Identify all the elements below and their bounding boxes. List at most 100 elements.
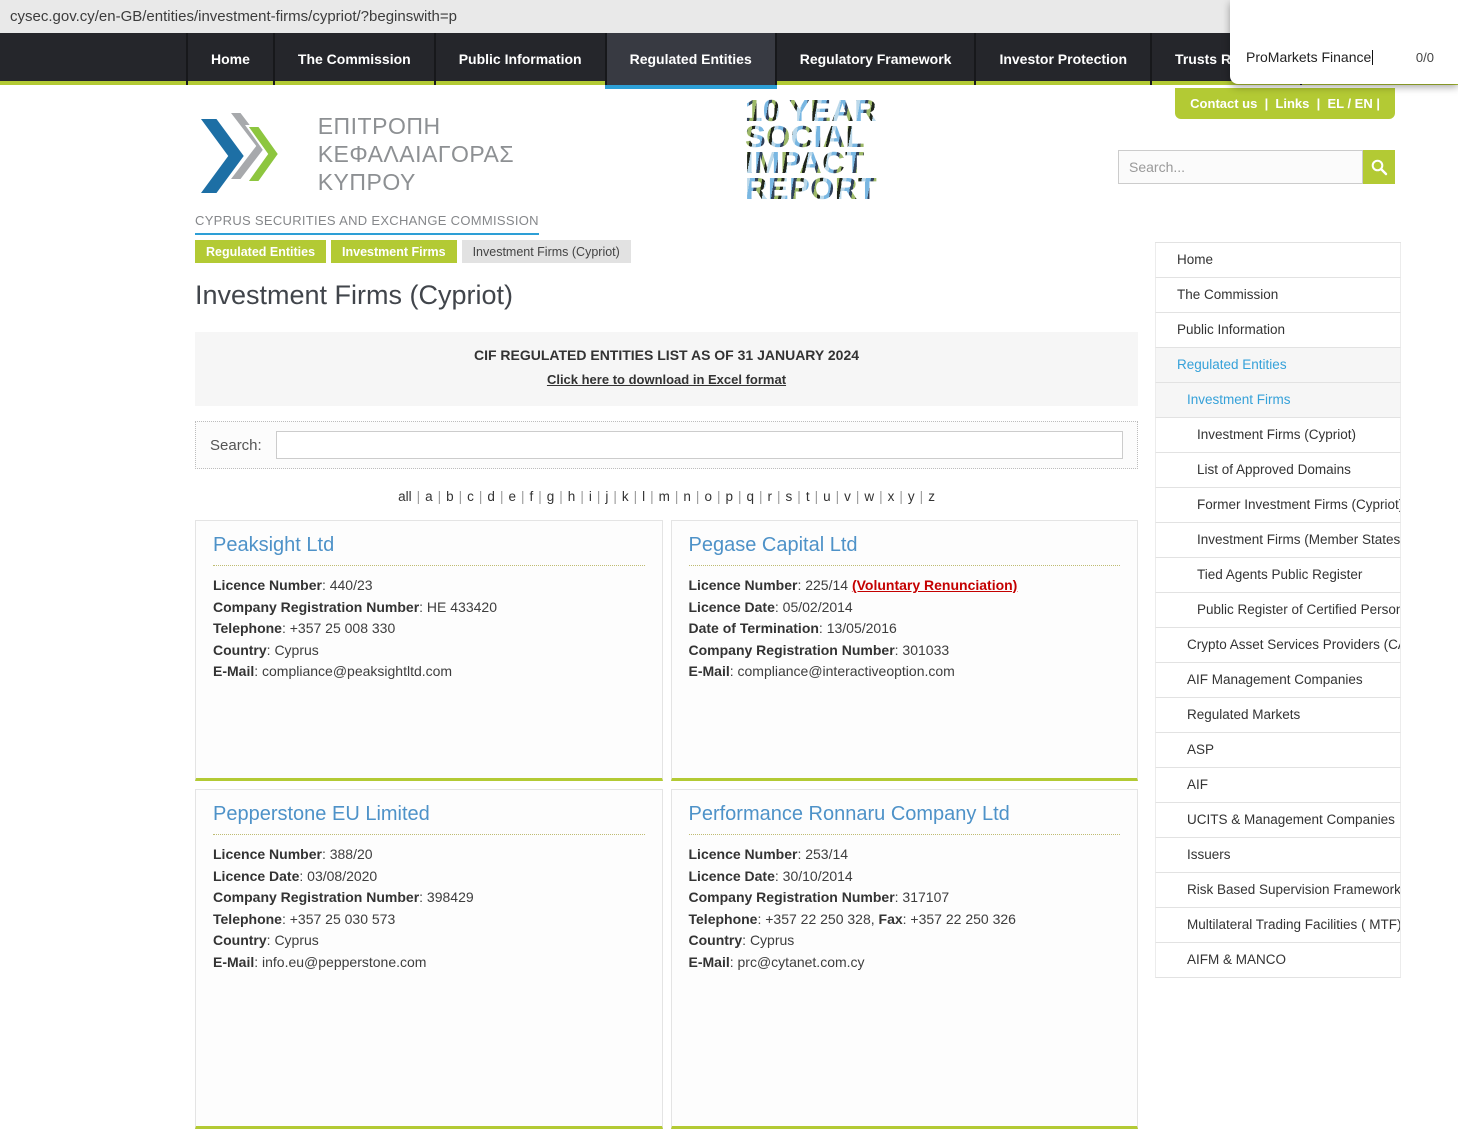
firm-name[interactable]: Performance Ronnaru Company Ltd <box>689 803 1121 835</box>
sidebar-item-aif-management-companies[interactable]: AIF Management Companies <box>1155 663 1401 698</box>
sidebar-item-risk-based-supervision-framework[interactable]: Risk Based Supervision Framework <box>1155 873 1401 908</box>
sidebar-item-aif[interactable]: AIF <box>1155 768 1401 803</box>
firm-name[interactable]: Pegase Capital Ltd <box>689 534 1121 566</box>
sidebar-item-ucits-management-companies[interactable]: UCITS & Management Companies <box>1155 803 1401 838</box>
sidebar-item-regulated-markets[interactable]: Regulated Markets <box>1155 698 1401 733</box>
logo-greek-text: ΕΠΙΤΡΟΠΗ ΚΕΦΑΛΑΙΑΓΟΡΑΣ ΚΥΠΡΟΥ <box>318 106 539 206</box>
sidebar-item-public-information[interactable]: Public Information <box>1155 313 1401 348</box>
cysec-logo[interactable]: ΕΠΙΤΡΟΠΗ ΚΕΦΑΛΑΙΑΓΟΡΑΣ ΚΥΠΡΟΥ CYPRUS SEC… <box>195 106 539 235</box>
field-label: Licence Number <box>689 577 798 593</box>
list-search-label: Search: <box>210 437 262 454</box>
alphabet-separator: | <box>879 489 883 504</box>
alphabet-letter-z[interactable]: z <box>926 489 937 504</box>
alphabet-letter-s[interactable]: s <box>784 489 795 504</box>
field-label: Company Registration Number <box>689 642 895 658</box>
alphabet-letter-y[interactable]: y <box>906 489 917 504</box>
alphabet-letter-p[interactable]: p <box>723 489 735 504</box>
alphabet-letter-q[interactable]: q <box>745 489 757 504</box>
alphabet-separator: | <box>538 489 542 504</box>
sidebar-item-issuers[interactable]: Issuers <box>1155 838 1401 873</box>
sidebar-item-crypto-asset-services-providers-casp[interactable]: Crypto Asset Services Providers (CASP) <box>1155 628 1401 663</box>
sidebar-item-regulated-entities[interactable]: Regulated Entities <box>1155 348 1401 383</box>
notice-heading: CIF REGULATED ENTITIES LIST AS OF 31 JAN… <box>195 347 1138 363</box>
alphabet-letter-g[interactable]: g <box>545 489 557 504</box>
alphabet-letter-l[interactable]: l <box>640 489 647 504</box>
nav-item-regulated-entities[interactable]: Regulated Entities <box>605 33 775 85</box>
sidebar-item-public-register-of-certified-persons[interactable]: Public Register of Certified Persons <box>1155 593 1401 628</box>
firm-card: Pegase Capital LtdLicence Number: 225/14… <box>671 520 1139 781</box>
alphabet-letter-u[interactable]: u <box>821 489 833 504</box>
firm-field: Licence Date: 03/08/2020 <box>213 866 645 888</box>
list-search: Search: <box>195 421 1138 469</box>
breadcrumb-investment-firms[interactable]: Investment Firms <box>331 240 457 263</box>
alphabet-separator: | <box>797 489 801 504</box>
alphabet-letter-f[interactable]: f <box>527 489 535 504</box>
sidebar-item-investment-firms-cypriot[interactable]: Investment Firms (Cypriot) <box>1155 418 1401 453</box>
sidebar-item-aifm-manco[interactable]: AIFM & MANCO <box>1155 943 1401 978</box>
alphabet-letter-o[interactable]: o <box>702 489 714 504</box>
field-label: Licence Number <box>213 577 322 593</box>
search-button[interactable] <box>1363 150 1395 184</box>
sidebar-item-investment-firms[interactable]: Investment Firms <box>1155 383 1401 418</box>
alphabet-letter-m[interactable]: m <box>657 489 672 504</box>
sidebar-item-the-commission[interactable]: The Commission <box>1155 278 1401 313</box>
alphabet-letter-d[interactable]: d <box>485 489 497 504</box>
side-menu: HomeThe CommissionPublic InformationRegu… <box>1155 242 1401 978</box>
firm-field: E-Mail: compliance@interactiveoption.com <box>689 661 1121 683</box>
nav-item-investor-protection[interactable]: Investor Protection <box>974 33 1150 85</box>
sidebar-item-list-of-approved-domains[interactable]: List of Approved Domains <box>1155 453 1401 488</box>
text-caret <box>1372 50 1373 65</box>
alphabet-letter-t[interactable]: t <box>804 489 812 504</box>
sidebar-item-tied-agents-public-register[interactable]: Tied Agents Public Register <box>1155 558 1401 593</box>
alphabet-letter-a[interactable]: a <box>423 489 435 504</box>
nav-item-the-commission[interactable]: The Commission <box>273 33 434 85</box>
sidebar-item-home[interactable]: Home <box>1155 243 1401 278</box>
list-search-input[interactable] <box>276 431 1123 459</box>
alphabet-separator: | <box>759 489 763 504</box>
alphabet-letter-i[interactable]: i <box>587 489 594 504</box>
alphabet-letter-h[interactable]: h <box>566 489 578 504</box>
alphabet-letter-w[interactable]: w <box>862 489 876 504</box>
alphabet-letter-all[interactable]: all <box>396 489 414 504</box>
firm-field: E-Mail: info.eu@pepperstone.com <box>213 952 645 974</box>
alphabet-letter-k[interactable]: k <box>620 489 631 504</box>
nav-item-home[interactable]: Home <box>186 33 273 85</box>
nav-item-public-information[interactable]: Public Information <box>434 33 605 85</box>
logo-chevrons-icon <box>195 106 279 206</box>
alphabet-letter-r[interactable]: r <box>766 489 775 504</box>
nav-item-regulatory-framework[interactable]: Regulatory Framework <box>775 33 975 85</box>
alphabet-letter-j[interactable]: j <box>603 489 610 504</box>
sidebar-item-multilateral-trading-facilities-mtf[interactable]: Multilateral Trading Facilities ( MTF) <box>1155 908 1401 943</box>
alphabet-letter-v[interactable]: v <box>842 489 853 504</box>
find-match-count: 0/0 <box>1416 50 1444 65</box>
breadcrumb-regulated-entities[interactable]: Regulated Entities <box>195 240 326 263</box>
field-label: Company Registration Number <box>213 889 419 905</box>
alphabet-letter-c[interactable]: c <box>465 489 476 504</box>
quick-links[interactable]: Contact us | Links | EL / EN | <box>1175 88 1395 119</box>
alphabet-letter-n[interactable]: n <box>681 489 693 504</box>
alphabet-separator: | <box>650 489 654 504</box>
firm-field: Telephone: +357 22 250 328, Fax: +357 22… <box>689 909 1121 931</box>
firm-field: Licence Date: 05/02/2014 <box>689 597 1121 619</box>
social-impact-report-banner[interactable]: 10 YEAR SOCIAL IMPACT REPORT <box>745 98 877 202</box>
field-label: Licence Date <box>689 599 775 615</box>
sidebar-item-former-investment-firms-cypriot[interactable]: Former Investment Firms (Cypriot) <box>1155 488 1401 523</box>
find-bar[interactable]: ProMarkets Finance 0/0 <box>1230 0 1458 84</box>
sidebar-item-asp[interactable]: ASP <box>1155 733 1401 768</box>
firm-field: E-Mail: compliance@peaksightltd.com <box>213 661 645 683</box>
site-search-input[interactable] <box>1118 150 1363 184</box>
alphabet-separator: | <box>696 489 700 504</box>
page-title: Investment Firms (Cypriot) <box>195 280 1138 311</box>
firm-name[interactable]: Pepperstone EU Limited <box>213 803 645 835</box>
field-label: E-Mail <box>689 954 730 970</box>
sidebar-item-investment-firms-member-states[interactable]: Investment Firms (Member States) <box>1155 523 1401 558</box>
alphabet-letter-e[interactable]: e <box>506 489 518 504</box>
find-query-input[interactable]: ProMarkets Finance <box>1246 49 1371 65</box>
voluntary-renunciation-link[interactable]: (Voluntary Renunciation) <box>852 577 1017 593</box>
excel-download-link[interactable]: Click here to download in Excel format <box>547 372 786 387</box>
firm-card: Pepperstone EU LimitedLicence Number: 38… <box>195 789 663 1129</box>
firm-name[interactable]: Peaksight Ltd <box>213 534 645 566</box>
alphabet-letter-b[interactable]: b <box>444 489 456 504</box>
alphabet-letter-x[interactable]: x <box>886 489 897 504</box>
alphabet-separator: | <box>580 489 584 504</box>
